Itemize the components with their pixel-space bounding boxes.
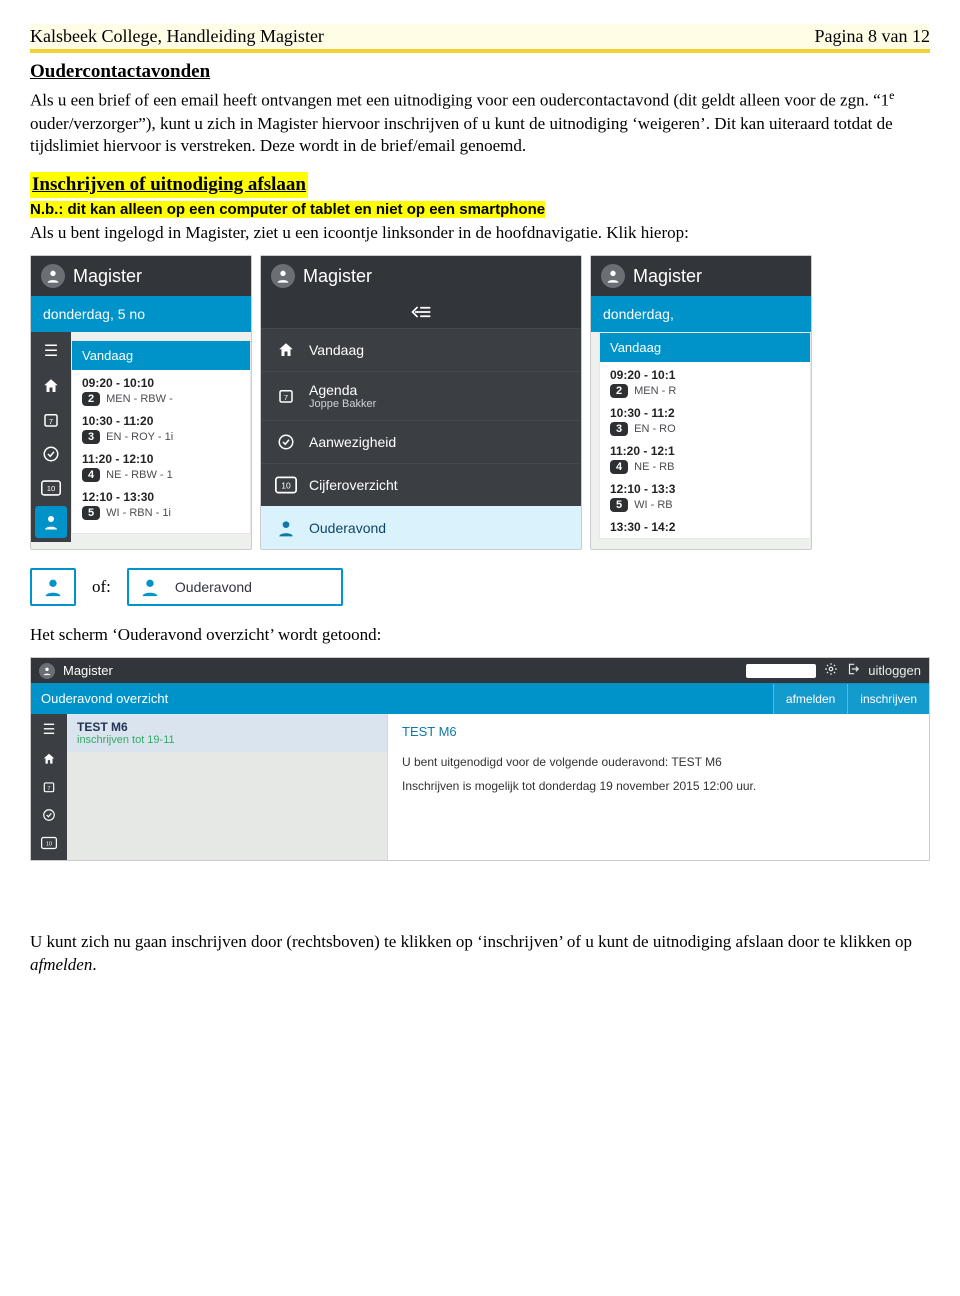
overview-appname: Magister — [63, 663, 113, 678]
nav-item-agenda[interactable]: 7 AgendaJoppe Bakker — [261, 371, 581, 420]
magister-panel-collapsed: Magister donderdag, 5 no ☰ 7 10 — [30, 255, 252, 550]
schedule-row[interactable]: 13:30 - 14:2 — [600, 514, 810, 538]
search-box[interactable] — [746, 664, 816, 678]
schedule-row[interactable]: 12:10 - 13:305WI - RBN - 1i — [72, 484, 250, 522]
app-name: Magister — [633, 266, 702, 287]
doc-header-left: Kalsbeek College, Handleiding Magister — [30, 24, 324, 48]
nav-label: Ouderavond — [309, 520, 567, 536]
check-icon[interactable] — [35, 438, 67, 470]
schedule-row[interactable]: 12:10 - 13:35WI - RB — [600, 476, 810, 514]
home-icon[interactable] — [35, 370, 67, 402]
cal-icon[interactable]: 7 — [42, 774, 56, 800]
nav-item-aanwezigheid[interactable]: Aanwezigheid — [261, 420, 581, 463]
overview-rail: ☰ 7 10 — [31, 714, 67, 860]
overview-appbar: Magister uitloggen — [31, 658, 929, 683]
menu-icon[interactable]: ☰ — [35, 336, 67, 368]
nav-label: AgendaJoppe Bakker — [309, 382, 567, 410]
svg-text:7: 7 — [48, 786, 51, 792]
schedule-row[interactable]: 10:30 - 11:23EN - RO — [600, 400, 810, 438]
nav-label: Cijferoverzicht — [309, 477, 567, 493]
magister-panel-collapsed-2: Magister donderdag, Vandaag 09:20 - 10:1… — [590, 255, 812, 550]
nav-label: Vandaag — [309, 342, 567, 358]
schedule-row[interactable]: 10:30 - 11:203EN - ROY - 1i — [72, 408, 250, 446]
ten-icon[interactable]: 10 — [41, 830, 57, 856]
magister-panel-expanded-nav: Magister Vandaag 7 AgendaJoppe Bakker Aanwe… — [260, 255, 582, 550]
ouderavond-chip-wide[interactable]: Ouderavond — [127, 568, 343, 606]
today-card: Vandaag 09:20 - 10:12MEN - R10:30 - 11:2… — [599, 332, 811, 539]
logout-icon[interactable] — [846, 662, 860, 679]
nav-label: Aanwezigheid — [309, 434, 567, 450]
overview-side: TEST M6 inschrijven tot 19-11 — [67, 714, 388, 860]
ouderavond-icon[interactable] — [35, 506, 67, 538]
schedule-row[interactable]: 11:20 - 12:104NE - RBW - 1 — [72, 446, 250, 484]
overview-bluebar: Ouderavond overzicht afmelden inschrijve… — [31, 683, 929, 714]
app-titlebar: Magister — [31, 256, 251, 296]
sec2-lead: Als u bent ingelogd in Magister, ziet u … — [30, 222, 930, 245]
nav-item-ouderavond[interactable]: Ouderavond — [261, 506, 581, 549]
schedule-row[interactable]: 09:20 - 10:102MEN - RBW - — [72, 370, 250, 408]
menu-icon[interactable]: ☰ — [43, 718, 56, 744]
logout-label[interactable]: uitloggen — [868, 663, 921, 678]
sec1-title: Oudercontactavonden — [30, 59, 930, 85]
afmelden-button[interactable]: afmelden — [773, 684, 847, 714]
person-icon — [135, 574, 165, 600]
magister-logo-icon — [39, 663, 55, 679]
collapse-icon[interactable] — [261, 296, 581, 328]
sec1-body: Als u een brief of een email heeft ontva… — [30, 87, 930, 158]
ouderavond-label: Ouderavond — [175, 579, 252, 595]
nav-list: Vandaag 7 AgendaJoppe Bakker Aanwezigheid 10… — [261, 328, 581, 549]
icon-callouts: of: Ouderavond — [30, 568, 930, 606]
sec2-nb: N.b.: dit kan alleen op een computer of … — [30, 200, 930, 220]
ten-icon[interactable]: 10 — [35, 472, 67, 504]
magister-logo-icon — [271, 264, 295, 288]
overview-title: Ouderavond overzicht — [31, 683, 773, 714]
schedule-row[interactable]: 09:20 - 10:12MEN - R — [600, 362, 810, 400]
schedule-row[interactable]: 11:20 - 12:14NE - RB — [600, 438, 810, 476]
gear-icon[interactable] — [824, 662, 838, 679]
home-icon — [275, 339, 297, 361]
nav-item-vandaag[interactable]: Vandaag — [261, 328, 581, 371]
app-name: Magister — [73, 266, 142, 287]
svg-text:10: 10 — [47, 484, 56, 493]
overview-line2: Inschrijven is mogelijk tot donderdag 19… — [402, 779, 915, 793]
ten-icon: 10 — [275, 474, 297, 496]
overview-main-title: TEST M6 — [402, 724, 915, 739]
svg-text:10: 10 — [46, 842, 52, 848]
cal-icon: 7 — [275, 385, 297, 407]
today-title: Vandaag — [72, 341, 250, 370]
overview-caption: Het scherm ‘Ouderavond overzicht’ wordt … — [30, 624, 930, 647]
today-card: Vandaag 09:20 - 10:102MEN - RBW -10:30 -… — [71, 340, 251, 534]
doc-header: Kalsbeek College, Handleiding Magister P… — [30, 24, 930, 53]
nav-item-cijferoverzicht[interactable]: 10 Cijferoverzicht — [261, 463, 581, 506]
screenshots-row: Magister donderdag, 5 no ☰ 7 10 — [30, 255, 930, 550]
today-title: Vandaag — [600, 333, 810, 362]
doc-header-right: Pagina 8 van 12 — [815, 24, 930, 48]
footer-text: U kunt zich nu gaan inschrijven door (re… — [30, 931, 930, 977]
svg-text:7: 7 — [284, 393, 288, 402]
check-icon[interactable] — [42, 802, 56, 828]
callout-of: of: — [92, 576, 111, 599]
person-icon — [275, 517, 297, 539]
svg-text:10: 10 — [281, 481, 291, 491]
sec2-title: Inschrijven of uitnodiging afslaan — [30, 172, 308, 198]
ouderavond-chip[interactable] — [30, 568, 76, 606]
ouderavond-overview-shot: Magister uitloggen Ouderavond overzicht … — [30, 657, 930, 861]
date-bar: donderdag, — [591, 296, 811, 332]
home-icon[interactable] — [42, 746, 56, 772]
app-titlebar: Magister — [591, 256, 811, 296]
magister-logo-icon — [41, 264, 65, 288]
date-bar: donderdag, 5 no — [31, 296, 251, 332]
app-titlebar: Magister — [261, 256, 581, 296]
side-rail: ☰ 7 10 — [31, 332, 71, 542]
cal-icon[interactable]: 7 — [35, 404, 67, 436]
overview-line1: U bent uitgenodigd voor de volgende oude… — [402, 755, 915, 769]
person-icon — [38, 574, 68, 600]
check-icon — [275, 431, 297, 453]
app-name: Magister — [303, 266, 372, 287]
magister-logo-icon — [601, 264, 625, 288]
svg-text:7: 7 — [49, 417, 53, 426]
inschrijven-button[interactable]: inschrijven — [847, 684, 929, 714]
overview-main: TEST M6 U bent uitgenodigd voor de volge… — [388, 714, 929, 860]
overview-side-item[interactable]: TEST M6 inschrijven tot 19-11 — [67, 714, 387, 752]
